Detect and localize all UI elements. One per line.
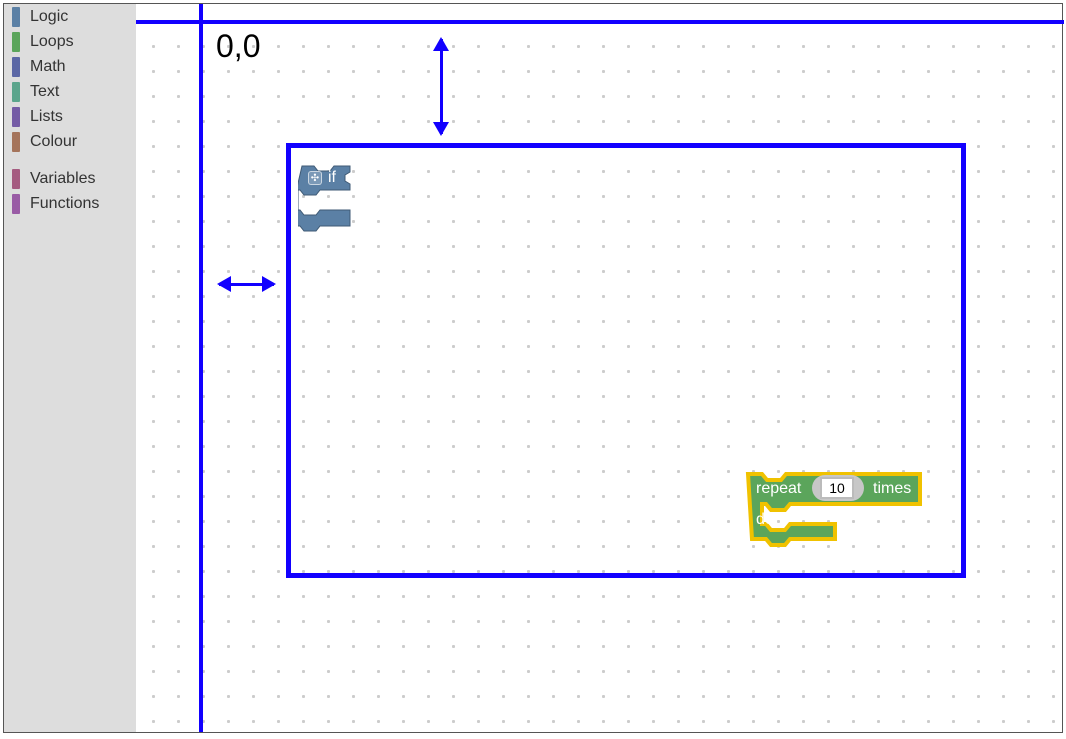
sidebar-item-label: Colour [30,133,77,151]
origin-axis-horizontal [136,20,1064,24]
sidebar-item-label: Math [30,58,66,76]
category-chip-icon [12,82,20,102]
category-chip-icon [12,194,20,214]
sidebar-item-label: Text [30,83,59,101]
sidebar-item-label: Variables [30,170,96,188]
category-chip-icon [12,32,20,52]
category-chip-icon [12,132,20,152]
sidebar-item-label: Lists [30,108,63,126]
sidebar-item-functions[interactable]: Functions [4,191,136,216]
sidebar-divider [4,154,136,166]
category-chip-icon [12,169,20,189]
category-chip-icon [12,7,20,27]
category-chip-icon [12,57,20,77]
app-frame: Logic Loops Math Text Lists Colour Varia… [3,3,1063,733]
gear-icon[interactable]: ✣ [308,171,322,185]
sidebar-item-math[interactable]: Math [4,54,136,79]
block-if-label-if: if [328,169,336,187]
block-repeat[interactable]: repeat 10 times do [742,468,927,547]
sidebar-item-lists[interactable]: Lists [4,104,136,129]
category-chip-icon [12,107,20,127]
blockly-workspace[interactable]: 0,0 ✣ if do [136,4,1064,732]
sidebar-item-variables[interactable]: Variables [4,166,136,191]
vertical-margin-arrow-icon [431,39,451,134]
block-if-label-do: do [307,196,325,214]
block-repeat-value-input[interactable]: 10 [820,477,854,499]
horizontal-margin-arrow-icon [219,274,274,294]
sidebar-item-text[interactable]: Text [4,79,136,104]
sidebar-item-label: Loops [30,33,74,51]
sidebar-item-loops[interactable]: Loops [4,29,136,54]
block-repeat-label-times: times [873,480,911,498]
origin-label: 0,0 [216,28,260,65]
block-repeat-label-repeat: repeat [756,480,801,498]
block-repeat-label-do: do [756,511,774,529]
block-if[interactable]: ✣ if do [298,162,386,236]
sidebar-item-colour[interactable]: Colour [4,129,136,154]
toolbox-sidebar: Logic Loops Math Text Lists Colour Varia… [4,4,136,732]
sidebar-item-logic[interactable]: Logic [4,4,136,29]
sidebar-item-label: Logic [30,8,68,26]
origin-axis-vertical [199,4,203,732]
sidebar-item-label: Functions [30,195,99,213]
